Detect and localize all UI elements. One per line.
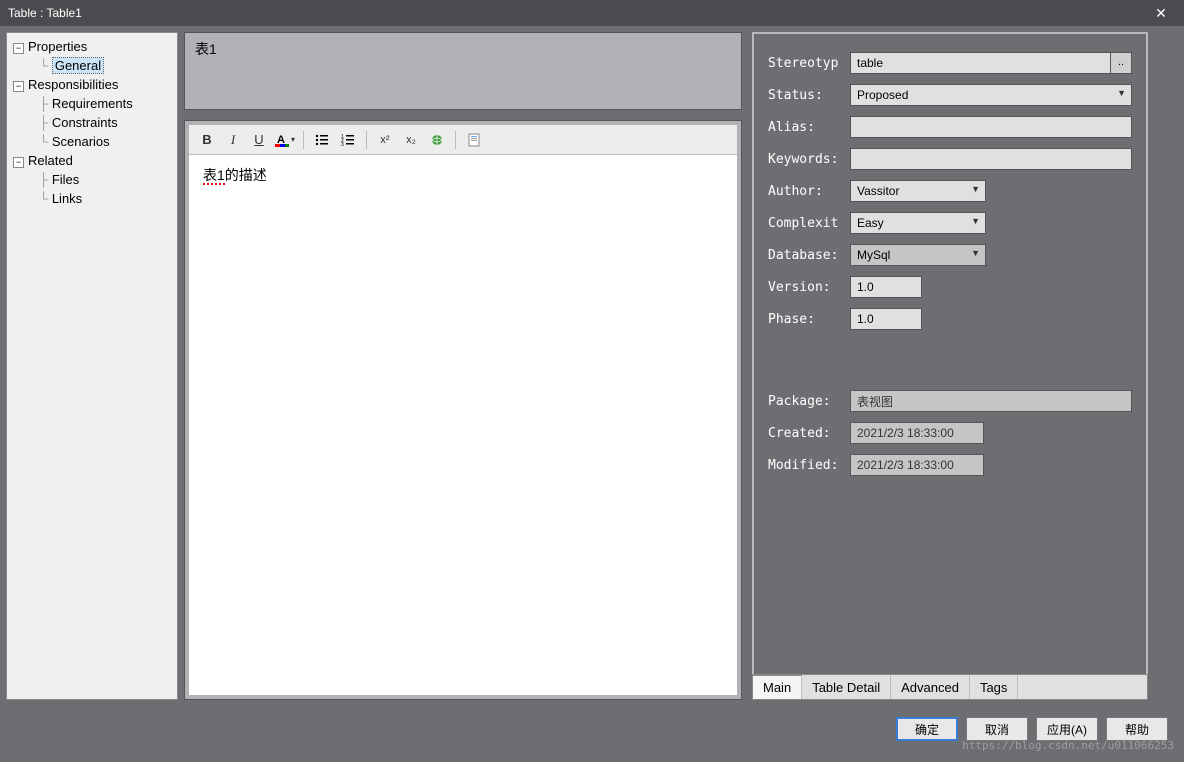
main-panel: 表1 B I U A▾ 123 x² x₂ [178, 26, 1184, 706]
tab-main[interactable]: Main [753, 675, 802, 699]
close-icon[interactable]: ✕ [1146, 5, 1176, 22]
modified-field[interactable] [850, 454, 984, 476]
ok-button[interactable]: 确定 [896, 717, 958, 741]
numbered-list-button[interactable]: 123 [336, 129, 360, 151]
database-select[interactable]: MySql [850, 244, 986, 266]
collapse-icon[interactable]: − [13, 43, 24, 54]
italic-button[interactable]: I [221, 129, 245, 151]
underline-button[interactable]: U [247, 129, 271, 151]
separator [366, 131, 367, 149]
bold-button[interactable]: B [195, 129, 219, 151]
collapse-icon[interactable]: − [13, 81, 24, 92]
superscript-button[interactable]: x² [373, 129, 397, 151]
tree-related[interactable]: −Related [7, 151, 177, 170]
tab-table-detail[interactable]: Table Detail [802, 675, 891, 699]
keywords-input[interactable] [850, 148, 1132, 170]
phase-label: Phase: [768, 312, 850, 327]
tree-general[interactable]: └ General [7, 56, 177, 75]
tree-requirements[interactable]: ├ Requirements [7, 94, 177, 113]
watermark: https://blog.csdn.net/u011066253 [962, 739, 1174, 752]
description-editor: B I U A▾ 123 x² x₂ 表1的描述 [184, 120, 742, 700]
complexity-select[interactable]: Easy [850, 212, 986, 234]
collapse-icon[interactable]: − [13, 157, 24, 168]
cancel-button[interactable]: 取消 [966, 717, 1028, 741]
status-label: Status: [768, 88, 850, 103]
separator [303, 131, 304, 149]
created-label: Created: [768, 426, 850, 441]
package-field [850, 390, 1132, 412]
stereotype-input[interactable] [850, 52, 1111, 74]
modified-label: Modified: [768, 458, 850, 473]
version-label: Version: [768, 280, 850, 295]
tree-properties[interactable]: −Properties [7, 37, 177, 56]
stereotype-browse-button[interactable]: .. [1110, 52, 1132, 74]
stereotype-label: Stereotyp [768, 56, 850, 71]
editor-toolbar: B I U A▾ 123 x² x₂ [189, 125, 737, 155]
version-input[interactable] [850, 276, 922, 298]
font-color-button[interactable]: A▾ [273, 129, 297, 151]
tree-constraints[interactable]: ├ Constraints [7, 113, 177, 132]
author-label: Author: [768, 184, 850, 199]
complexity-label: Complexit [768, 216, 850, 231]
document-button[interactable] [462, 129, 486, 151]
alias-input[interactable] [850, 116, 1132, 138]
window-title: Table : Table1 [8, 6, 1146, 20]
name-field[interactable]: 表1 [184, 32, 742, 110]
spacer [768, 340, 1132, 390]
apply-button[interactable]: 应用(A) [1036, 717, 1098, 741]
tree-responsibilities[interactable]: −Responsibilities [7, 75, 177, 94]
left-column: 表1 B I U A▾ 123 x² x₂ [184, 32, 742, 700]
phase-input[interactable] [850, 308, 922, 330]
tab-advanced[interactable]: Advanced [891, 675, 970, 699]
nav-tree: −Properties └ General −Responsibilities … [6, 32, 178, 700]
right-column: Stereotyp.. Status:Proposed Alias: Keywo… [752, 32, 1148, 700]
description-textarea[interactable]: 表1的描述 [189, 155, 737, 695]
status-select[interactable]: Proposed [850, 84, 1132, 106]
help-button[interactable]: 帮助 [1106, 717, 1168, 741]
keywords-label: Keywords: [768, 152, 850, 167]
database-label: Database: [768, 248, 850, 263]
package-label: Package: [768, 394, 850, 409]
titlebar: Table : Table1 ✕ [0, 0, 1184, 26]
tab-tags[interactable]: Tags [970, 675, 1018, 699]
tree-links[interactable]: └ Links [7, 189, 177, 208]
properties-panel: Stereotyp.. Status:Proposed Alias: Keywo… [752, 32, 1148, 674]
subscript-button[interactable]: x₂ [399, 129, 423, 151]
tree-scenarios[interactable]: └ Scenarios [7, 132, 177, 151]
svg-text:3: 3 [341, 142, 344, 147]
author-select[interactable]: Vassitor [850, 180, 986, 202]
content-area: −Properties └ General −Responsibilities … [0, 26, 1184, 706]
separator [455, 131, 456, 149]
tree-files[interactable]: ├ Files [7, 170, 177, 189]
alias-label: Alias: [768, 120, 850, 135]
spellcheck-text: 表1 [203, 167, 225, 185]
property-tabs: Main Table Detail Advanced Tags [752, 674, 1148, 700]
bullet-list-button[interactable] [310, 129, 334, 151]
hyperlink-button[interactable] [425, 129, 449, 151]
created-field[interactable] [850, 422, 984, 444]
